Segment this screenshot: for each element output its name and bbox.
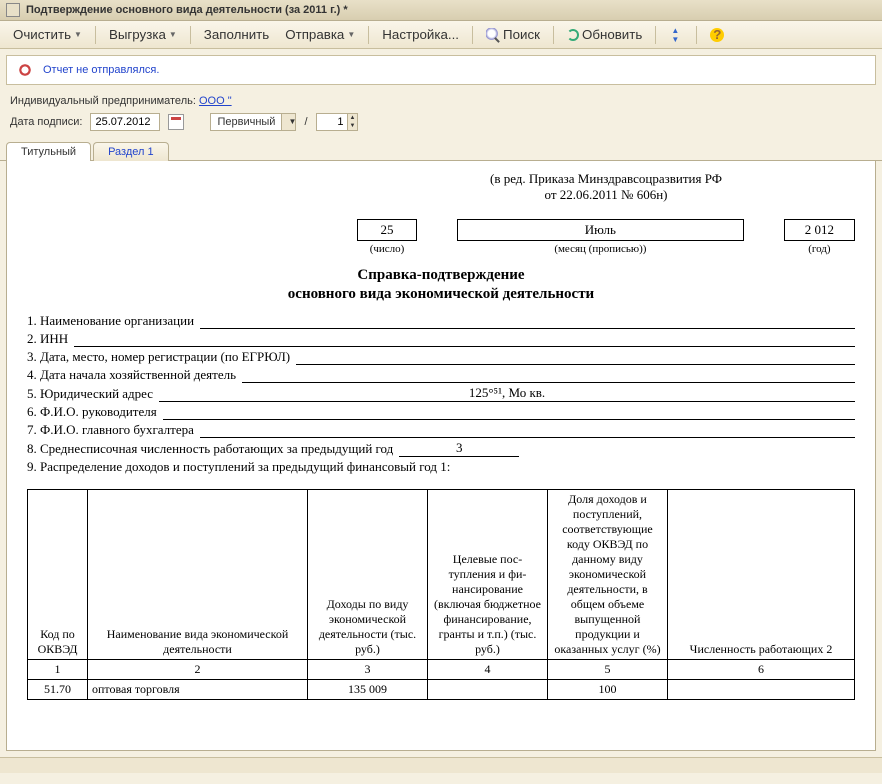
table-colnum-row: 1 2 3 4 5 6	[28, 660, 855, 680]
tab-bar: Титульный Раздел 1	[0, 135, 882, 161]
separator	[368, 26, 369, 44]
field-org-name-value	[200, 315, 855, 329]
col-activity-name: Наименование вида экономической деятельн…	[88, 490, 308, 660]
cell-headcount	[668, 680, 855, 700]
window-titlebar: Подтверждение основного вида деятельност…	[0, 0, 882, 21]
sign-date-label: Дата подписи:	[10, 116, 82, 128]
refresh-button[interactable]: Обновить	[560, 24, 649, 45]
cell-okved: 51.70	[28, 680, 88, 700]
refresh-icon	[567, 29, 579, 41]
status-icon	[17, 62, 33, 78]
help-icon: ?	[710, 28, 724, 42]
meta-panel: Индивидуальный предприниматель: ООО " Да…	[0, 91, 882, 135]
tab-section1[interactable]: Раздел 1	[93, 142, 169, 161]
main-toolbar: Очистить▼ Выгрузка▼ Заполнить Отправка▼ …	[0, 21, 882, 49]
separator	[696, 26, 697, 44]
separator	[472, 26, 473, 44]
tab-title-page[interactable]: Титульный	[6, 142, 91, 161]
field-inn-value	[74, 333, 855, 347]
year-label: (год)	[784, 243, 855, 255]
field-org-name-label: 1. Наименование организации	[27, 313, 200, 329]
spin-down-icon[interactable]: ▼	[348, 122, 358, 130]
calendar-icon[interactable]	[168, 114, 184, 130]
field-address-label: 5. Юридический адрес	[27, 386, 159, 402]
report-kind-select[interactable]: Первичный ▼	[210, 113, 296, 131]
day-value: 25	[357, 219, 417, 241]
col-headcount: Численность работающих 2	[668, 490, 855, 660]
entrepreneur-link[interactable]: ООО "	[199, 95, 232, 107]
regulation-ref: (в ред. Приказа Минздравсоцразвития РФ о…	[357, 171, 855, 203]
month-label: (месяц (прописью))	[457, 243, 744, 255]
document-area[interactable]: (в ред. Приказа Минздравсоцразвития РФ о…	[6, 161, 876, 751]
day-box: 25 (число)	[357, 219, 417, 255]
window-title: Подтверждение основного вида деятельност…	[26, 4, 348, 16]
cell-funding	[428, 680, 548, 700]
field-start-value	[242, 369, 855, 383]
year-box: 2 012 (год)	[784, 219, 855, 255]
table-header-row: Код по ОКВЭД Наименование вида экономиче…	[28, 490, 855, 660]
col-income: Доходы по виду экономической деятельност…	[308, 490, 428, 660]
sign-date-input[interactable]	[90, 113, 160, 131]
cell-share: 100	[548, 680, 668, 700]
entrepreneur-label: Индивидуальный предприниматель:	[10, 95, 196, 107]
separator	[655, 26, 656, 44]
field-director-value	[163, 406, 855, 420]
month-value: Июль	[457, 219, 744, 241]
field-reg-value	[296, 351, 855, 365]
cell-activity: оптовая торговля	[88, 680, 308, 700]
separator	[95, 26, 96, 44]
cell-income: 135 009	[308, 680, 428, 700]
export-button[interactable]: Выгрузка▼	[102, 24, 184, 45]
help-button[interactable]: ?	[703, 25, 731, 45]
year-value: 2 012	[784, 219, 855, 241]
field-accountant-label: 7. Ф.И.О. главного бухгалтера	[27, 422, 200, 438]
clear-button[interactable]: Очистить▼	[6, 24, 89, 45]
field-director-label: 6. Ф.И.О. руководителя	[27, 404, 163, 420]
horizontal-scrollbar[interactable]	[0, 757, 882, 773]
sort-icon	[669, 28, 683, 42]
fill-button[interactable]: Заполнить	[197, 24, 276, 45]
revision-spinner[interactable]: ▲▼	[316, 113, 359, 131]
day-label: (число)	[357, 243, 417, 255]
separator	[553, 26, 554, 44]
app-icon	[6, 3, 20, 17]
report-kind-value: Первичный	[211, 116, 281, 128]
col-share: Доля доходов и поступлений, соответствую…	[548, 490, 668, 660]
chevron-down-icon: ▼	[281, 114, 295, 130]
field-accountant-value	[200, 424, 855, 438]
month-box: Июль (месяц (прописью))	[457, 219, 744, 255]
search-icon	[486, 28, 500, 42]
okved-table: Код по ОКВЭД Наименование вида экономиче…	[27, 489, 855, 700]
document: (в ред. Приказа Минздравсоцразвития РФ о…	[27, 171, 855, 700]
field-start-label: 4. Дата начала хозяйственной деятель	[27, 367, 242, 383]
updown-button[interactable]	[662, 25, 690, 45]
spin-up-icon[interactable]: ▲	[348, 114, 358, 122]
revision-input[interactable]	[317, 114, 347, 130]
field-headcount-label: 8. Среднесписочная численность работающи…	[27, 441, 399, 457]
table-row: 51.70 оптовая торговля 135 009 100	[28, 680, 855, 700]
search-button[interactable]: Поиск	[479, 24, 547, 45]
field-reg-label: 3. Дата, место, номер регистрации (по ЕГ…	[27, 349, 296, 365]
doc-title: Справка-подтверждение	[27, 267, 855, 284]
status-bar: Отчет не отправлялся.	[6, 55, 876, 85]
doc-subtitle: основного вида экономической деятельност…	[27, 286, 855, 303]
slash-label: /	[304, 116, 307, 128]
field-inn-label: 2. ИНН	[27, 331, 74, 347]
col-funding: Целевые пос­тупления и фи­нансирование (…	[428, 490, 548, 660]
field-headcount-value: 3	[399, 440, 519, 457]
date-box-row: 25 (число) Июль (месяц (прописью)) 2 012…	[357, 219, 855, 255]
field-address-value: 125°⁵¹, Мо кв.	[159, 385, 855, 402]
separator	[190, 26, 191, 44]
status-text: Отчет не отправлялся.	[43, 64, 159, 76]
settings-button[interactable]: Настройка...	[375, 24, 466, 45]
send-button[interactable]: Отправка▼	[278, 24, 362, 45]
field-distribution-label: 9. Распределение доходов и поступлений з…	[27, 459, 456, 475]
col-okved: Код по ОКВЭД	[28, 490, 88, 660]
